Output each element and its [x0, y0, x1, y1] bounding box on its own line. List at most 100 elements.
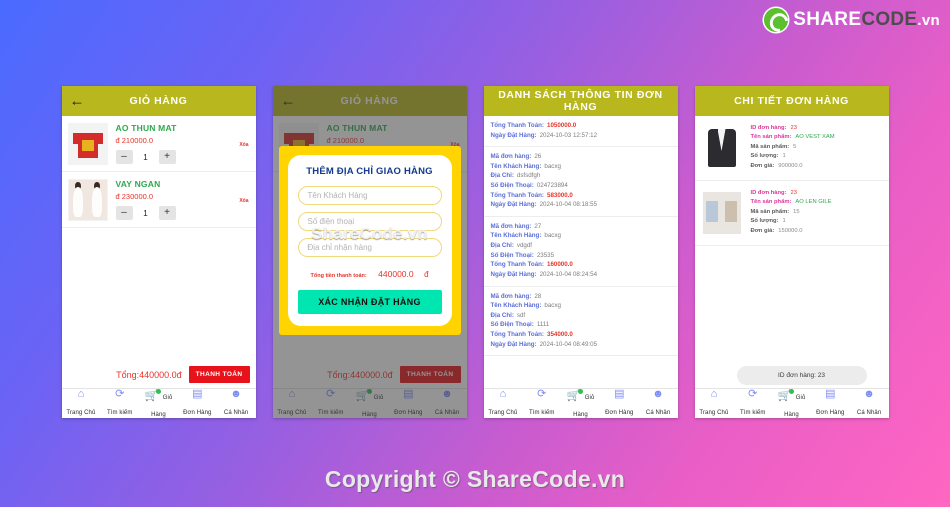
nav-item-cart[interactable]: 🛒 Giỏ Hàng [772, 387, 811, 418]
order-total-row: Tổng Thanh Toán: 583000.0 [491, 191, 671, 201]
value-quantity: 1 [782, 153, 786, 160]
cart-item-row[interactable]: AO THUN MAT đ 210000.0 – 1 + Xóa [61, 116, 256, 172]
value-address: vdgdf [516, 242, 533, 250]
person-icon: ☻ [652, 388, 664, 400]
increase-quantity-button[interactable]: + [158, 150, 176, 164]
value-quantity: 1 [782, 218, 786, 225]
label-customer: Tên Khách Hàng: [490, 302, 542, 310]
product-name: AO THUN MAT [115, 123, 177, 133]
value-phone: 23535 [536, 251, 555, 259]
copyright-text: Copyright © ShareCode.vn [324, 466, 626, 492]
order-phone-row: Số Điện Thoại: 024723894 [491, 181, 671, 191]
value-product-code: 15 [793, 208, 800, 215]
order-list-item[interactable]: Mã đơn hàng: 28 Tên Khách Hàng: bacxg Địa … [483, 287, 678, 357]
value-order-id: 26 [534, 153, 542, 161]
value-order-id: 23 [790, 190, 797, 196]
detail-code-row: Mã sản phẩm: 5 [751, 143, 835, 152]
bottom-navigation: ⌂ Trang Chủ ⟳ Tìm kiếm 🛒 Giỏ Hàng ▤ Đơn … [694, 387, 889, 418]
nav-item-profile[interactable]: ☻ Cá Nhân [217, 389, 256, 418]
nav-label: Cá Nhân [856, 410, 882, 416]
label-product-code: Mã sản phẩm: [750, 208, 790, 215]
value-customer: bacxg [544, 162, 561, 170]
label-address: Địa Chỉ: [490, 242, 514, 250]
panel4-body: ID đơn hàng: 23 Tên sản phẩm: AO VEST XAM … [694, 116, 889, 388]
order-date-row: Ngày Đặt Hàng: 2024-10-03 12:57:12 [491, 131, 671, 141]
search-icon: ⟳ [115, 388, 125, 400]
order-id-row: Mã đơn hàng: 27 [491, 222, 671, 232]
value-unit-price: 900000.0 [778, 162, 803, 169]
quantity-value: 1 [143, 152, 148, 162]
nav-item-profile[interactable]: ☻ Cá Nhân [639, 389, 678, 418]
order-phone-row: Số Điện Thoại: 1111 [491, 320, 671, 330]
order-address-row: Địa Chỉ: dsfsdfgh [491, 171, 671, 181]
cart-icon: 🛒 [778, 389, 795, 402]
order-list-item[interactable]: Mã đơn hàng: 27 Tên Khách Hàng: bacxg Địa … [483, 217, 678, 287]
search-icon: ⟳ [748, 388, 758, 400]
nav-label: Đơn Hàng [605, 410, 634, 416]
panel3-header: DANH SÁCH THÔNG TIN ĐƠN HÀNG [483, 86, 678, 116]
nav-label: Trang Chủ [699, 410, 729, 416]
panel1-footer: Tổng:440000.0đ THANH TOÁN [62, 361, 256, 388]
quantity-stepper[interactable]: – 1 + [115, 206, 250, 220]
nav-item-home[interactable]: ⌂ Trang Chủ [62, 389, 101, 418]
increase-quantity-button[interactable]: + [158, 206, 176, 220]
label-date: Ngày Đặt Hàng: [490, 270, 537, 278]
value-order-id: 28 [534, 292, 542, 300]
decrease-quantity-button[interactable]: – [115, 206, 133, 220]
nav-label: Đơn Hàng [816, 410, 845, 416]
dialog-title: THÊM ĐỊA CHỈ GIAO HÀNG [306, 166, 433, 177]
value-address: sdf [516, 311, 526, 319]
value-total: 1050000.0 [547, 122, 577, 129]
label-quantity: Số lượng: [750, 153, 779, 160]
nav-item-home[interactable]: ⌂ Trang Chủ [695, 389, 734, 418]
delete-item-button[interactable]: Xóa [239, 198, 248, 204]
customer-name-input[interactable]: Tên Khách Hàng [297, 186, 442, 205]
order-date-row: Ngày Đặt Hàng: 2024-10-04 08:49:05 [491, 340, 671, 350]
home-icon: ⌂ [77, 388, 85, 400]
value-date: 2024-10-04 08:18:55 [539, 201, 598, 209]
nav-item-cart[interactable]: 🛒 Giỏ Hàng [139, 387, 178, 418]
nav-item-search[interactable]: ⟳ Tìm kiếm [733, 389, 772, 418]
nav-item-search[interactable]: ⟳ Tìm kiếm [522, 389, 561, 418]
checkout-button[interactable]: THANH TOÁN [188, 366, 250, 383]
nav-item-orders[interactable]: ▤ Đơn Hàng [811, 389, 850, 418]
value-total: 583000.0 [547, 191, 573, 199]
label-phone: Số Điện Thoại: [490, 321, 534, 329]
panel-order-detail: CHI TIẾT ĐƠN HÀNG ID đơn hàng: 23 Tên sản… [694, 86, 889, 418]
nav-item-home[interactable]: ⌂ Trang Chủ [484, 389, 523, 418]
brand-text-vn: .vn [917, 12, 940, 29]
decrease-quantity-button[interactable]: – [115, 150, 133, 164]
recycle-leaf-icon [764, 8, 789, 32]
confirm-order-button[interactable]: XÁC NHẬN ĐẶT HÀNG [297, 290, 442, 314]
label-date: Ngày Đặt Hàng: [490, 340, 537, 348]
brand-wordmark: SHARECODE.vn [793, 9, 940, 31]
nav-item-search[interactable]: ⟳ Tìm kiếm [100, 389, 139, 418]
nav-item-orders[interactable]: ▤ Đơn Hàng [600, 389, 639, 418]
detail-name-row: Tên sản phẩm: AO VEST XAM [751, 133, 835, 142]
quantity-stepper[interactable]: – 1 + [115, 150, 250, 164]
order-address-row: Địa Chỉ: sdf [491, 311, 671, 321]
order-list-item[interactable]: Mã đơn hàng: 26 Tên Khách Hàng: bacxg Địa … [483, 147, 678, 217]
cart-icon: 🛒 [145, 389, 162, 402]
person-icon: ☻ [230, 388, 242, 400]
panel-order-list: DANH SÁCH THÔNG TIN ĐƠN HÀNG Tổng Thanh … [483, 86, 678, 418]
nav-item-profile[interactable]: ☻ Cá Nhân [850, 389, 889, 418]
cart-item-row[interactable]: VAY NGAN đ 230000.0 – 1 + Xóa [61, 172, 256, 228]
dialog-total-label: Tổng tiền thanh toán: [310, 273, 367, 279]
arrow-left-icon[interactable]: ← [70, 94, 85, 109]
value-phone: 024723894 [536, 182, 568, 190]
delete-item-button[interactable]: Xóa [239, 142, 248, 148]
nav-item-cart[interactable]: 🛒 Giỏ Hàng [561, 387, 600, 418]
nav-label: Tìm kiếm [528, 410, 555, 416]
nav-item-orders[interactable]: ▤ Đơn Hàng [178, 389, 217, 418]
order-list-item[interactable]: Tổng Thanh Toán: 1050000.0 Ngày Đặt Hàng:… [483, 116, 678, 148]
brand-text-code: CODE [861, 9, 918, 30]
label-product-name: Tên sản phẩm: [750, 199, 792, 206]
panel4-header: CHI TIẾT ĐƠN HÀNG [694, 86, 889, 116]
detail-qty-row: Số lượng: 1 [751, 152, 835, 161]
value-address: dsfsdfgh [516, 172, 541, 180]
order-detail-item[interactable]: ID đơn hàng: 23 Tên sản phẩm: AO LEN GILE … [694, 181, 889, 246]
order-detail-item[interactable]: ID đơn hàng: 23 Tên sản phẩm: AO VEST XAM … [694, 116, 889, 181]
order-customer-row: Tên Khách Hàng: bacxg [491, 301, 671, 311]
label-order-id: Mã đơn hàng: [490, 292, 532, 300]
